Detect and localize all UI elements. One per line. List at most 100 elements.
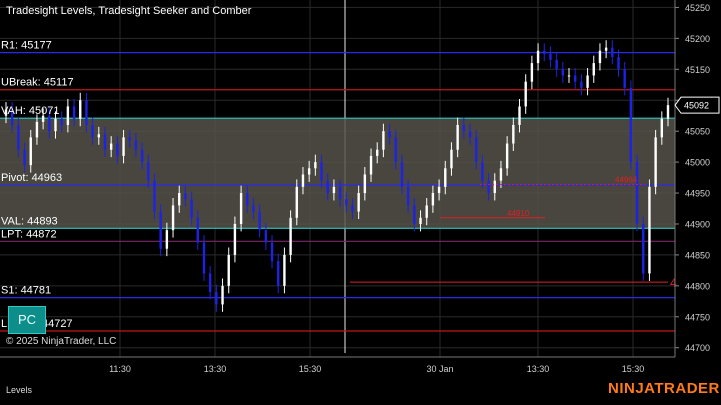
candle-body — [202, 242, 206, 274]
candle-body — [289, 217, 292, 255]
candle-body — [598, 50, 602, 64]
level-label: VAH: 45071 — [1, 105, 60, 117]
candle-body — [283, 254, 286, 286]
candle-body — [116, 143, 119, 156]
candle-body — [66, 106, 70, 125]
y-tick-label: 44750 — [685, 312, 710, 322]
candle-body — [29, 137, 32, 166]
x-tick-label: 13:30 — [204, 364, 227, 374]
candle-body — [23, 149, 26, 166]
candle-body — [487, 180, 490, 194]
candle-body — [72, 106, 76, 119]
x-tick-label: 15:30 — [622, 364, 645, 374]
candle-body — [295, 186, 298, 218]
candle-body — [499, 168, 503, 181]
candle-body — [140, 149, 144, 163]
candle-body — [264, 230, 268, 243]
candle-body — [301, 174, 305, 187]
candle-body — [109, 143, 113, 150]
candle-body — [153, 180, 156, 212]
candle-body — [382, 131, 385, 150]
y-tick-label: 44950 — [685, 189, 710, 199]
signal-label: 44910 — [507, 209, 530, 218]
value-area — [0, 118, 675, 229]
candle-body — [79, 100, 82, 119]
candle-body — [468, 131, 472, 138]
candle-body — [221, 285, 224, 305]
candle-body — [128, 137, 131, 141]
candle-body — [561, 69, 565, 76]
candle-body — [376, 149, 379, 156]
candle-body — [184, 193, 187, 200]
y-tick-label: 44800 — [685, 281, 710, 291]
candle-body — [54, 118, 57, 132]
candle-body — [351, 205, 354, 212]
candle-body — [413, 205, 416, 224]
candle-body — [277, 261, 280, 286]
y-tick-label: 44850 — [685, 250, 710, 260]
candle-body — [444, 168, 447, 187]
candle-body — [258, 211, 261, 231]
level-label: R1: 45177 — [1, 40, 52, 52]
x-tick-label: 15:30 — [299, 364, 322, 374]
candle-body — [573, 75, 577, 82]
value-area-fill — [0, 118, 675, 229]
candle-body — [666, 105, 670, 119]
candle-body — [394, 137, 397, 163]
candle-body — [567, 75, 571, 77]
candle-body — [208, 273, 212, 293]
level-label: LPT: 44872 — [1, 228, 57, 240]
candle-body — [400, 162, 404, 187]
y-tick-label: 45250 — [685, 3, 710, 13]
level-label: VAL: 44893 — [1, 215, 58, 227]
candle-body — [617, 56, 620, 70]
candle-body — [314, 162, 317, 169]
x-tick-label: 30 Jan — [426, 364, 453, 374]
candle-body — [307, 168, 311, 175]
candle-body — [654, 137, 657, 187]
candle-body — [48, 115, 51, 132]
candle-body — [122, 137, 125, 156]
signal-label: 44964 — [615, 175, 638, 184]
y-tick-label: 44900 — [685, 219, 710, 229]
candle-body — [512, 124, 515, 144]
y-tick-label: 45050 — [685, 127, 710, 137]
candle-body — [611, 47, 614, 57]
candle-body — [103, 134, 107, 150]
candle-body — [165, 230, 169, 249]
candle-body — [604, 47, 608, 51]
copyright: © 2025 NinjaTrader, LLC — [6, 336, 117, 347]
x-tick-label: 11:30 — [109, 364, 131, 374]
candle-body — [270, 242, 274, 262]
candle-body — [518, 106, 521, 125]
candle-body — [586, 75, 589, 88]
candle-body — [190, 199, 193, 218]
candle-body — [91, 124, 94, 138]
candle-body — [493, 180, 496, 194]
pc-button[interactable]: PC — [8, 306, 46, 334]
candle-body — [388, 131, 391, 138]
candle-body — [450, 149, 453, 169]
y-tick-label: 44700 — [685, 343, 710, 353]
candle-body — [227, 254, 230, 286]
candle-body — [419, 217, 422, 224]
candle-body — [332, 186, 336, 194]
level-label: S1: 44781 — [1, 285, 51, 297]
candle-body — [524, 81, 527, 107]
candle-body — [196, 217, 199, 243]
candle-body — [437, 186, 441, 194]
candle-body — [326, 180, 329, 194]
candle-body — [60, 118, 63, 125]
candle-body — [629, 87, 633, 163]
chart-area: 44910 44964 4 44700 44750 44800 44850 44900 449… — [0, 0, 721, 400]
y-tick-label: 45150 — [685, 65, 710, 75]
candle-body — [475, 137, 478, 163]
candle-body — [363, 174, 367, 194]
candle-body — [536, 50, 540, 64]
candle-body — [481, 162, 484, 181]
y-tick-label: 45200 — [685, 34, 710, 44]
candle-body — [530, 63, 534, 82]
candle-body — [252, 205, 255, 212]
candle-body — [660, 118, 664, 138]
level-label: UBreak: 45117 — [1, 77, 74, 89]
